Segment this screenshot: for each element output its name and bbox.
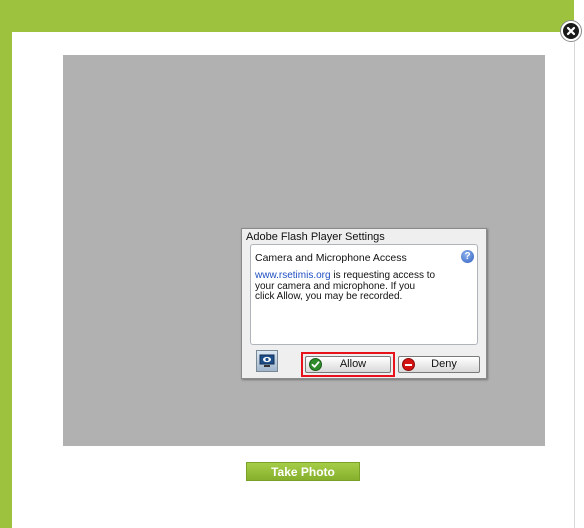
dialog-title: Adobe Flash Player Settings <box>246 231 385 243</box>
message-line2: your camera and microphone. If you <box>255 280 416 292</box>
help-icon[interactable]: ? <box>461 250 474 263</box>
allow-label: Allow <box>339 358 367 370</box>
camera-settings-icon[interactable] <box>256 350 278 372</box>
close-icon <box>566 26 576 36</box>
close-button[interactable] <box>561 21 581 41</box>
take-photo-button[interactable]: Take Photo <box>246 462 360 481</box>
left-border-bar <box>0 32 12 528</box>
message-line1: is requesting access to <box>330 270 436 281</box>
header-bar <box>0 0 574 32</box>
site-link[interactable]: www.rsetimis.org <box>255 270 331 281</box>
allow-button[interactable]: Allow <box>305 356 391 373</box>
flash-settings-dialog: Adobe Flash Player Settings Camera and M… <box>241 228 487 379</box>
panel-heading: Camera and Microphone Access <box>255 252 407 264</box>
message-line3: click Allow, you may be recorded. <box>255 291 403 302</box>
right-border-line <box>574 32 575 528</box>
permission-panel: Camera and Microphone Access ? www.rseti… <box>250 244 478 345</box>
deny-label: Deny <box>431 358 457 370</box>
permission-message: www.rsetimis.org is requesting access to… <box>255 270 475 303</box>
deny-button[interactable]: Deny <box>398 356 480 373</box>
camera-preview: Adobe Flash Player Settings Camera and M… <box>63 55 545 446</box>
